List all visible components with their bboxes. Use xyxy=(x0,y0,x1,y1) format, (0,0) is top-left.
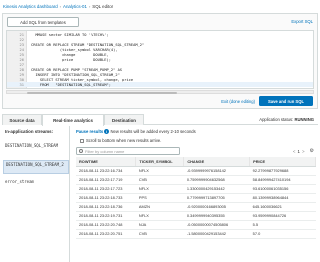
add-sql-from-templates-button[interactable]: Add SQL from templates xyxy=(7,17,79,27)
results-tabs: Source data Real-time analytics Destinat… xyxy=(2,114,318,126)
tab-real-time-analytics[interactable]: Real-time analytics xyxy=(42,114,104,126)
filter-input[interactable] xyxy=(85,148,175,154)
table-row: 2018-08-11 23:22:17.719 CVB 0.759999990463… xyxy=(76,175,316,185)
sql-code-editor[interactable]: 21 MMASE sector SIMILAR TO '%TECH%'; 22 … xyxy=(6,30,314,89)
application-status: Application status: RUNNING xyxy=(259,117,314,122)
refresh-info: i New results will be added every 2-10 s… xyxy=(104,129,196,134)
table-header-row: ROWTIME TICKER_SYMBOL CHANGE PRICE xyxy=(76,157,316,167)
chevron-right-icon: › xyxy=(88,3,91,9)
stream-item-selected[interactable]: DESTINATION_SQL_STREAM_2 xyxy=(3,160,69,174)
breadcrumb-current: SQL editor xyxy=(92,3,114,9)
column-header-change[interactable]: CHANGE xyxy=(183,157,251,167)
breadcrumb-application[interactable]: Analytics-01 xyxy=(63,4,87,9)
scrollbar-thumb[interactable] xyxy=(27,91,177,94)
chevron-right-icon: › xyxy=(59,3,62,9)
breadcrumb-dashboard[interactable]: Kinesis Analytics dashboard xyxy=(3,4,58,9)
pause-results-button[interactable]: Pause results xyxy=(76,129,103,134)
stream-item[interactable]: DESTINATION_SQL_STREAM xyxy=(3,142,69,156)
info-icon: i xyxy=(104,129,109,134)
table-row: 2018-08-11 23:22:19.731 NFLX 0.34999999403… xyxy=(76,211,316,221)
export-sql-link[interactable]: Export SQL xyxy=(291,19,313,24)
scroll-to-bottom-label: Scroll to bottom when new results arrive… xyxy=(86,138,162,143)
scroll-to-bottom-option[interactable]: Scroll to bottom when new results arrive… xyxy=(80,138,161,143)
code-line-active[interactable]: 31 FROM "DESTINATION_SQL_STREAM"; xyxy=(7,82,313,87)
page-number[interactable]: 1 xyxy=(297,149,299,154)
next-page-button[interactable]: > xyxy=(302,149,305,154)
breadcrumb: Kinesis Analytics dashboard › Analytics-… xyxy=(3,3,113,9)
pagination: < 1 > ⚙ xyxy=(293,148,314,154)
results-table: ROWTIME TICKER_SYMBOL CHANGE PRICE 2018-… xyxy=(76,157,316,239)
tab-source-data[interactable]: Source data xyxy=(2,114,42,125)
prev-page-button[interactable]: < xyxy=(293,149,296,154)
column-header-ticker-symbol[interactable]: TICKER_SYMBOL xyxy=(135,157,185,167)
streams-heading: In-application streams: xyxy=(5,129,54,134)
table-row: 2018-08-11 23:22:20.751 CVB -1.58000004291… xyxy=(76,229,316,239)
save-and-run-sql-button[interactable]: Save and run SQL xyxy=(259,96,313,106)
sql-editor-panel: Add SQL from templates Export SQL 21 MMA… xyxy=(2,13,318,109)
gear-icon[interactable]: ⚙ xyxy=(310,148,314,154)
table-row: 2018-08-11 23:22:17.723 NFLX 1.33000004291… xyxy=(76,184,316,194)
editor-horizontal-scrollbar[interactable] xyxy=(6,90,314,94)
tab-destination[interactable]: Destination xyxy=(104,114,144,125)
status-value: RUNNING xyxy=(294,117,314,122)
scroll-to-bottom-checkbox[interactable] xyxy=(80,138,84,143)
refresh-info-text: New results will be added every 2-10 sec… xyxy=(110,129,196,134)
search-icon xyxy=(79,149,83,153)
results-panel: Pause results i New results will be adde… xyxy=(72,126,318,262)
column-header-rowtime[interactable]: ROWTIME xyxy=(76,157,137,167)
status-label: Application status: xyxy=(259,117,294,122)
column-filter[interactable] xyxy=(76,147,180,155)
table-row: 2018-08-11 23:22:20.748 NJA -0.05000000074… xyxy=(76,220,316,230)
column-header-price[interactable]: PRICE xyxy=(249,157,316,167)
stream-item[interactable]: error_stream xyxy=(3,178,69,186)
table-row: 2018-08-11 23:22:18.736 AMZN -0.9200000166… xyxy=(76,202,316,212)
exit-editing-button[interactable]: Exit (done editing) xyxy=(221,97,255,106)
table-row: 2018-08-11 23:22:18.733 PPS 0.779999971389… xyxy=(76,193,316,203)
in-application-streams-panel: In-application streams: DESTINATION_SQL_… xyxy=(2,126,70,262)
table-row: 2018-08-11 23:22:16.734 NFLX -0.9399999976… xyxy=(76,166,316,176)
